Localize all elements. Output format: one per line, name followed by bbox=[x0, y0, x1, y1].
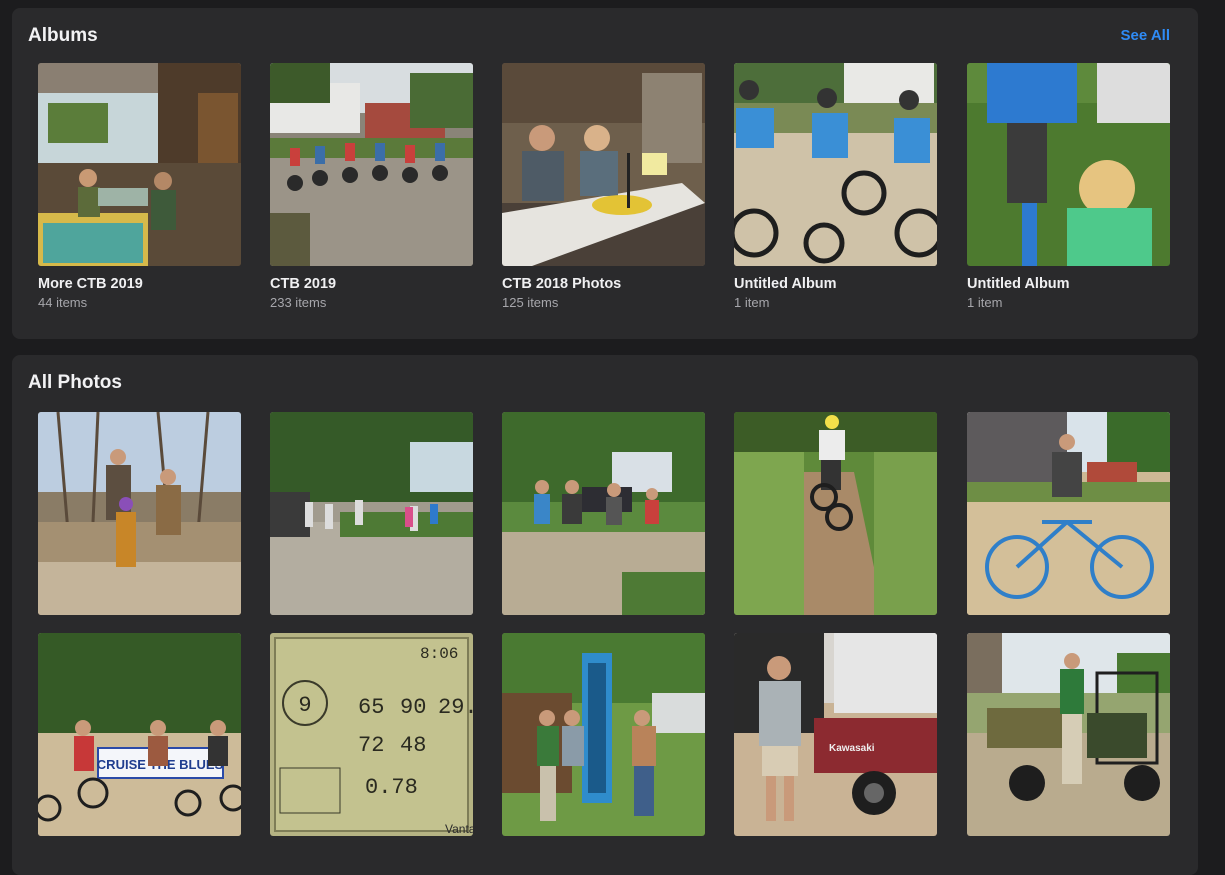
album-count: 44 items bbox=[38, 295, 88, 310]
see-all-link[interactable]: See All bbox=[1121, 27, 1170, 44]
albums-section: Albums See All More CTB 2019 44 items CT… bbox=[12, 8, 1198, 339]
album-card[interactable]: Untitled Album 1 item bbox=[967, 63, 1170, 310]
barometer: 29.8 bbox=[438, 695, 473, 720]
album-count: 233 items bbox=[270, 295, 327, 310]
album-name: Untitled Album bbox=[734, 276, 837, 292]
photo-thumbnail[interactable]: 9 8:06 65 90 29.8 72 48 0.78 Vanta bbox=[270, 633, 473, 836]
photo-thumbnail[interactable] bbox=[734, 412, 937, 615]
album-name: Untitled Album bbox=[967, 276, 1070, 292]
album-thumbnail[interactable] bbox=[270, 63, 473, 266]
album-count: 125 items bbox=[502, 295, 559, 310]
album-thumbnail[interactable] bbox=[967, 63, 1170, 266]
wind-speed: 9 bbox=[298, 693, 311, 718]
humidity-out: 90 bbox=[400, 695, 426, 720]
album-card[interactable]: More CTB 2019 44 items bbox=[38, 63, 241, 310]
album-count: 1 item bbox=[967, 295, 1003, 310]
album-thumbnail[interactable] bbox=[734, 63, 937, 266]
album-name: CTB 2019 bbox=[270, 276, 337, 292]
photo-thumbnail[interactable] bbox=[38, 412, 241, 615]
temp-out: 65 bbox=[358, 695, 384, 720]
temp-in: 72 bbox=[358, 733, 384, 758]
album-card[interactable]: CTB 2019 233 items bbox=[270, 63, 473, 310]
all-photos-title: All Photos bbox=[28, 372, 122, 393]
photo-thumbnail[interactable] bbox=[967, 412, 1170, 615]
photo-thumbnail[interactable] bbox=[502, 633, 705, 836]
photo-thumbnail[interactable] bbox=[967, 633, 1170, 836]
albums-title: Albums bbox=[28, 25, 98, 46]
album-card[interactable]: Untitled Album 1 item bbox=[734, 63, 937, 310]
album-thumbnail[interactable] bbox=[502, 63, 705, 266]
album-name: CTB 2018 Photos bbox=[502, 276, 622, 292]
vehicle-label: Kawasaki bbox=[829, 743, 875, 754]
all-photos-section: All Photos CRUISE BLUES 9 8:06 65 90 29 … bbox=[12, 355, 1198, 875]
time-readout: 8:06 bbox=[420, 645, 458, 663]
album-card[interactable]: CTB 2018 Photos 125 items bbox=[502, 63, 705, 310]
album-thumbnail[interactable] bbox=[38, 63, 241, 266]
photo-thumbnail[interactable] bbox=[502, 412, 705, 615]
rain-amount: 0.78 bbox=[365, 775, 418, 800]
photo-thumbnail[interactable]: Kawasaki bbox=[734, 633, 937, 836]
album-name: More CTB 2019 bbox=[38, 276, 143, 292]
brand-label: Vanta bbox=[445, 822, 473, 836]
photo-thumbnail[interactable] bbox=[270, 412, 473, 615]
photo-thumbnail[interactable]: CRUISE THE BLUES bbox=[38, 633, 241, 836]
humidity-in: 48 bbox=[400, 733, 426, 758]
album-count: 1 item bbox=[734, 295, 770, 310]
